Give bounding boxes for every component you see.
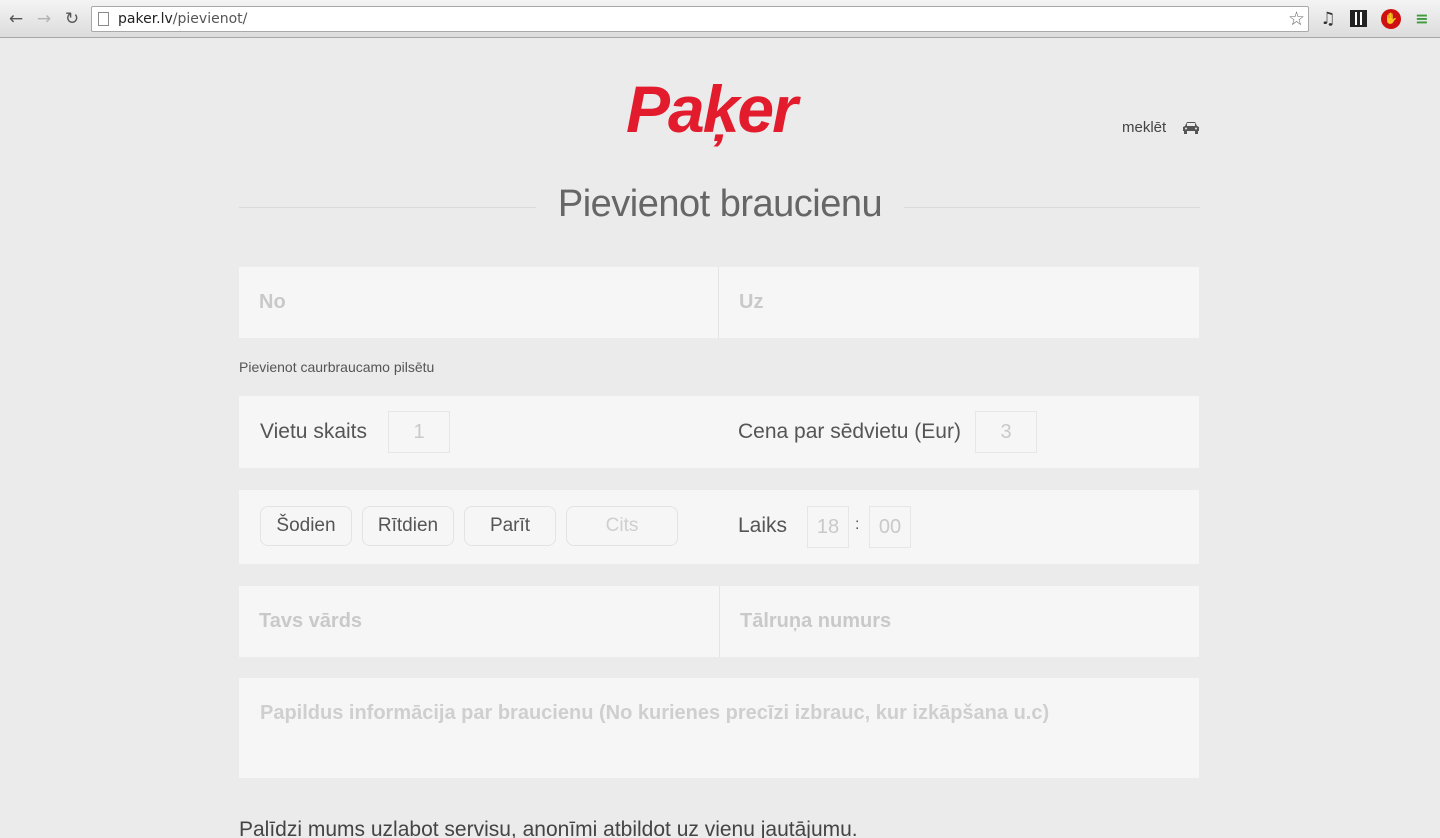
name-input[interactable]: Tavs vārds [239,586,719,657]
search-link[interactable]: meklēt [1122,119,1166,136]
stop-icon[interactable]: ✋ [1381,9,1401,29]
info-placeholder: Papildus informācija par braucienu (No k… [260,702,1050,724]
music-icon[interactable]: ♫ [1318,9,1338,29]
to-input[interactable]: Uz [719,267,1199,338]
menu-icon[interactable]: ≡ [1412,9,1432,29]
other-date-button[interactable]: Cits [566,506,678,546]
browser-toolbar: ← → ↻ paker.lv/pievienot/ ☆ ♫ ✋ ≡ [0,0,1440,38]
from-input[interactable]: No [239,267,718,338]
time-separator: : [855,516,860,533]
seats-input[interactable]: 1 [388,411,450,453]
hour-input[interactable]: 18 [807,506,849,548]
price-label: Cena par sēdvietu (Eur) [738,420,961,443]
route-panel: No Uz [239,267,1199,338]
survey-text: Palīdzi mums uzlabot servisu, anonīmi at… [239,818,858,838]
tomorrow-button[interactable]: Rītdien [362,506,454,546]
title-line-right [904,207,1200,208]
logo[interactable]: Paķer [626,72,814,146]
title-line-left [239,207,536,208]
price-input[interactable]: 3 [975,411,1037,453]
page-title: Pievienot braucienu [557,183,883,225]
car-icon[interactable] [1182,121,1200,134]
minute-input[interactable]: 00 [869,506,911,548]
url-path: /pievienot/ [172,11,248,27]
add-city-link[interactable]: Pievienot caurbraucamo pilsētu [239,359,434,375]
url-text: paker.lv/pievienot/ [118,11,247,27]
url-host: paker.lv [118,11,173,27]
qr-code-icon[interactable] [1350,10,1367,27]
star-icon[interactable]: ☆ [1288,8,1305,30]
reload-icon[interactable]: ↻ [62,9,82,29]
seats-panel [239,396,1199,468]
time-label: Laiks [738,514,788,537]
address-bar[interactable]: paker.lv/pievienot/ ☆ [91,6,1309,32]
contact-panel: Tavs vārds Tālruņa numurs [239,586,1199,657]
seats-label: Vietu skaits [260,420,367,443]
page-icon [98,12,109,26]
today-button[interactable]: Šodien [260,506,352,546]
back-icon[interactable]: ← [6,9,26,29]
day-after-tomorrow-button[interactable]: Parīt [464,506,556,546]
phone-input[interactable]: Tālruņa numurs [720,586,1199,657]
info-textarea[interactable] [239,678,1199,778]
forward-icon[interactable]: → [34,9,54,29]
